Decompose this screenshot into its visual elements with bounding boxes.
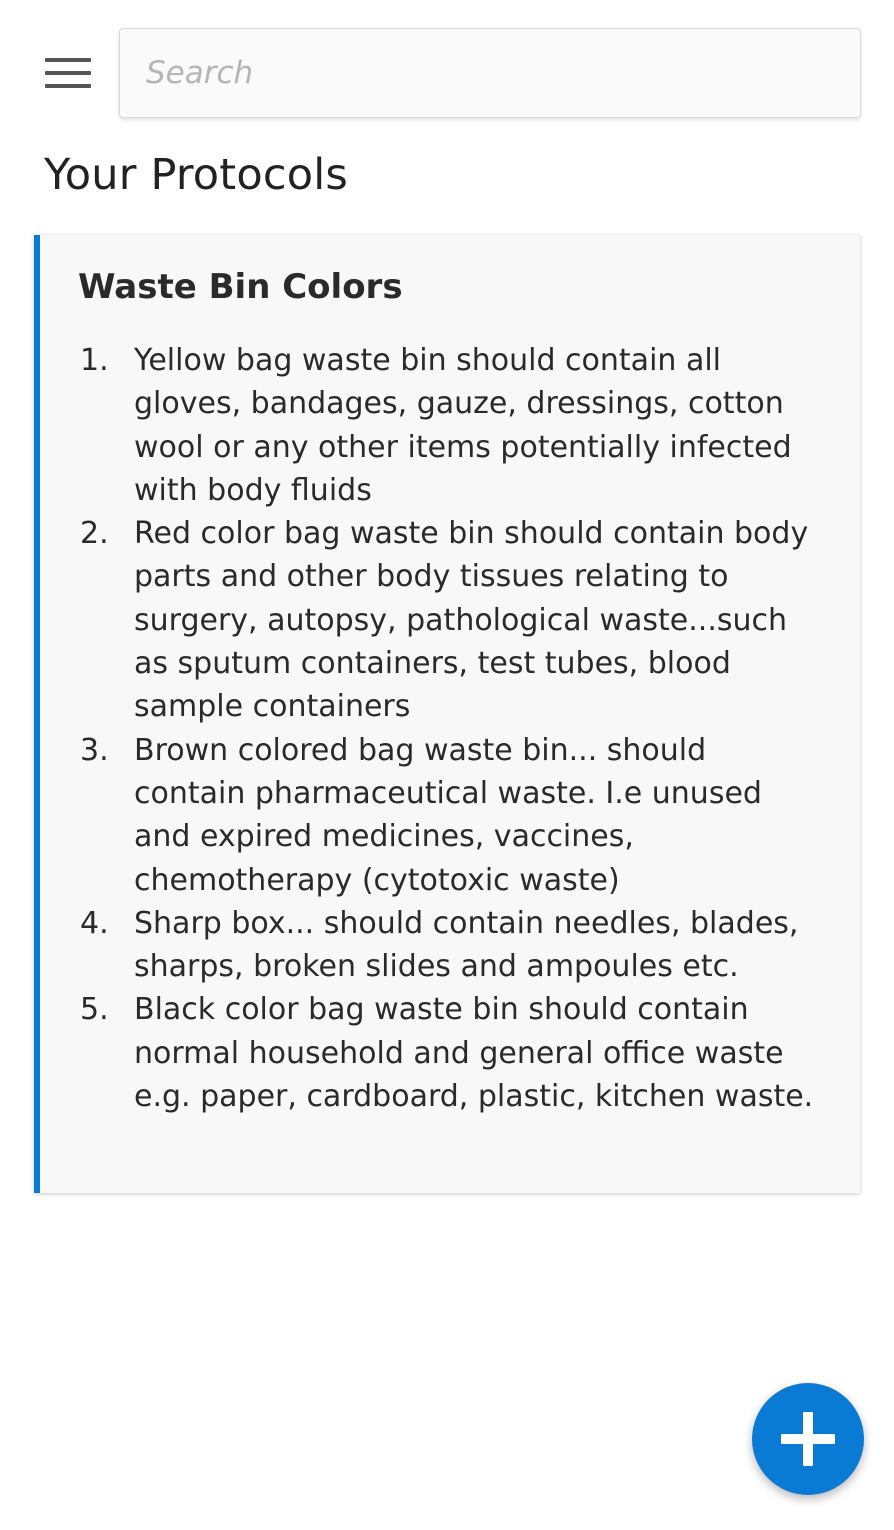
hamburger-menu-icon-line — [45, 71, 91, 75]
protocol-step: 3. Brown colored bag waste bin... should… — [80, 729, 820, 902]
menu-button[interactable] — [38, 50, 98, 96]
step-number: 3. — [80, 732, 109, 768]
protocol-step: 1. Yellow bag waste bin should contain a… — [80, 339, 820, 512]
step-text: Red color bag waste bin should contain b… — [134, 516, 809, 725]
step-text: Brown colored bag waste bin... should co… — [134, 732, 762, 898]
plus-icon — [781, 1412, 835, 1466]
top-bar — [0, 0, 894, 140]
step-text: Black color bag waste bin should contain… — [134, 992, 814, 1115]
protocol-steps-list: 1. Yellow bag waste bin should contain a… — [80, 339, 820, 1118]
step-number: 2. — [80, 516, 109, 552]
step-text: Sharp box... should contain needles, bla… — [134, 905, 799, 985]
protocol-card[interactable]: Waste Bin Colors 1. Yellow bag waste bin… — [34, 235, 860, 1193]
protocol-step: 5. Black color bag waste bin should cont… — [80, 988, 820, 1118]
add-protocol-button[interactable] — [752, 1383, 864, 1495]
search-box[interactable] — [119, 28, 861, 118]
step-number: 5. — [80, 992, 109, 1028]
step-number: 1. — [80, 343, 109, 378]
page-title: Your Protocols — [44, 150, 348, 200]
search-input[interactable] — [120, 29, 860, 117]
protocol-step: 2. Red color bag waste bin should contai… — [80, 512, 820, 728]
hamburger-menu-icon-line — [45, 84, 91, 88]
hamburger-menu-icon — [45, 58, 91, 62]
protocol-step: 4. Sharp box... should contain needles, … — [80, 902, 820, 989]
protocol-title: Waste Bin Colors — [78, 267, 403, 307]
step-number: 4. — [80, 905, 109, 941]
step-text: Yellow bag waste bin should contain all … — [134, 343, 792, 508]
